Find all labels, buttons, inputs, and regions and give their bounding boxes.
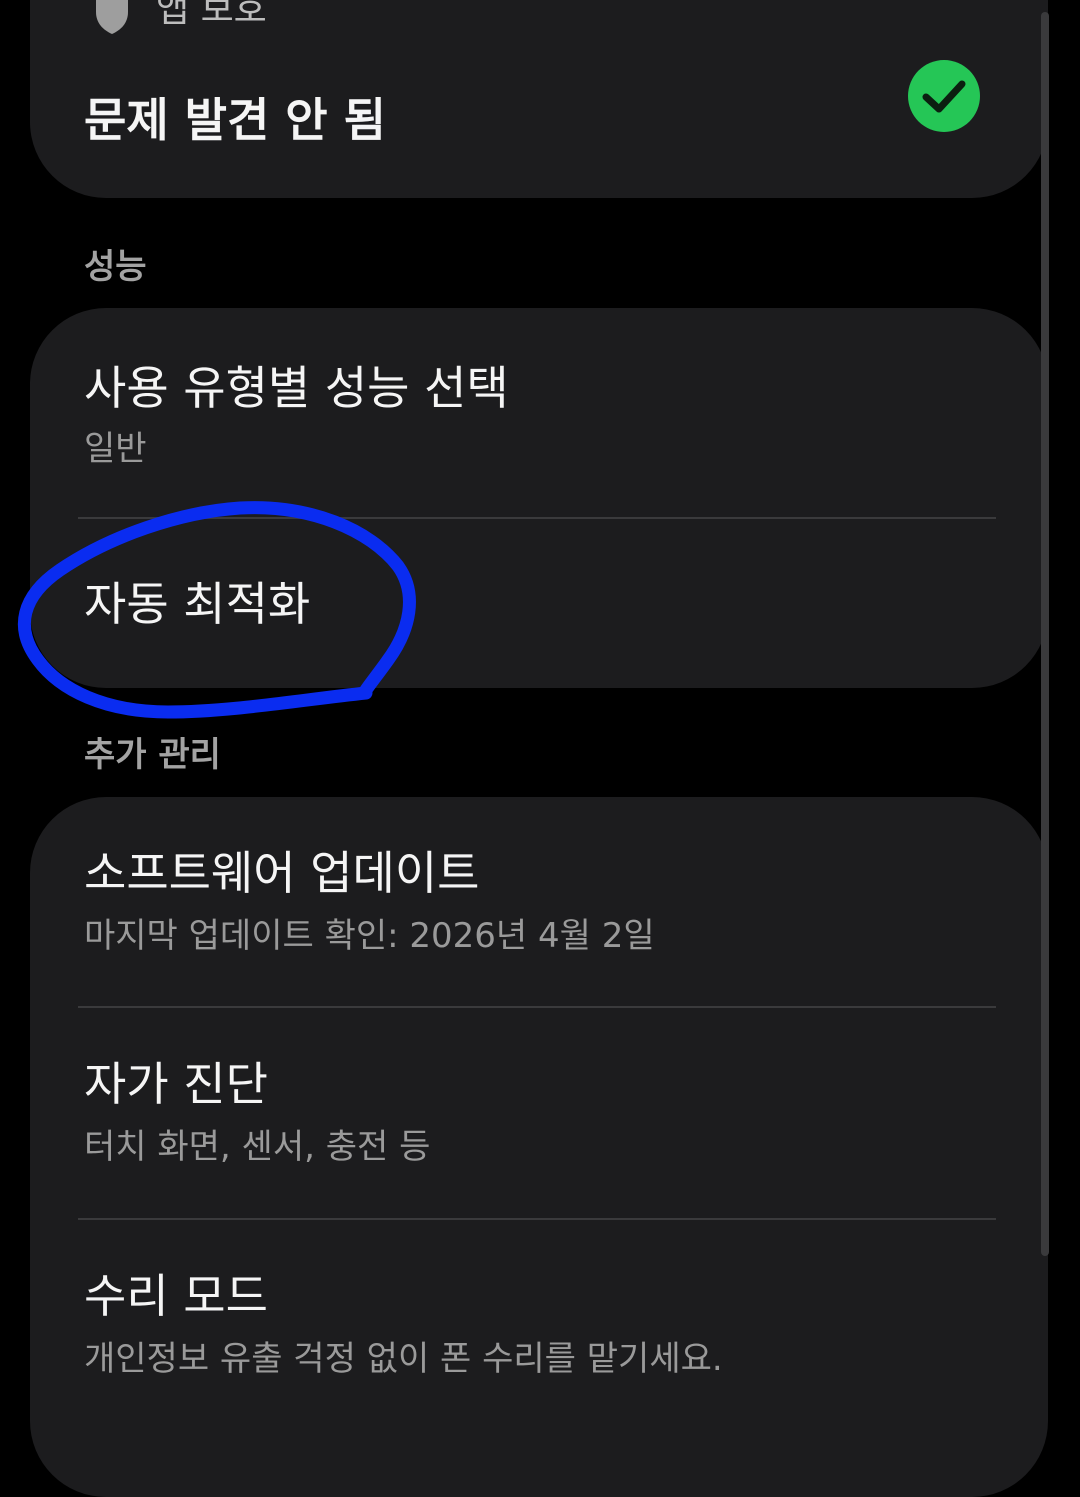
app-protection-label: 앱 보호 <box>156 0 267 30</box>
list-item-title: 사용 유형별 성능 선택 <box>84 361 509 415</box>
list-item-title: 수리 모드 <box>84 1269 268 1323</box>
check-circle-icon <box>908 60 980 132</box>
list-item-title: 자동 최적화 <box>84 577 311 631</box>
list-item-title: 소프트웨어 업데이트 <box>84 846 480 900</box>
additional-card: 소프트웨어 업데이트 마지막 업데이트 확인: 2026년 4월 2일 자가 진… <box>30 797 1048 1497</box>
list-item-subtitle: 일반 <box>84 429 147 469</box>
list-item-subtitle: 마지막 업데이트 확인: 2026년 4월 2일 <box>84 916 655 956</box>
list-item-subtitle: 터치 화면, 센서, 충전 등 <box>84 1127 431 1167</box>
list-item-title: 자가 진단 <box>84 1057 268 1111</box>
list-item-subtitle: 개인정보 유출 걱정 없이 폰 수리를 맡기세요. <box>84 1339 723 1379</box>
list-item-self-diagnosis[interactable]: 자가 진단 터치 화면, 센서, 충전 등 <box>30 1008 1048 1219</box>
app-protection-status: 문제 발견 안 됨 <box>84 93 386 147</box>
section-label-performance: 성능 <box>84 247 147 287</box>
list-item-auto-optimization[interactable]: 자동 최적화 <box>30 519 1048 688</box>
scrollbar[interactable] <box>1041 12 1049 1256</box>
shield-icon <box>96 0 128 34</box>
list-item-software-update[interactable]: 소프트웨어 업데이트 마지막 업데이트 확인: 2026년 4월 2일 <box>30 797 1048 1007</box>
list-item-repair-mode[interactable]: 수리 모드 개인정보 유출 걱정 없이 폰 수리를 맡기세요. <box>30 1220 1048 1440</box>
list-item-performance-mode[interactable]: 사용 유형별 성능 선택 일반 <box>30 308 1048 518</box>
section-label-additional: 추가 관리 <box>84 735 221 775</box>
performance-card: 사용 유형별 성능 선택 일반 자동 최적화 <box>30 308 1048 688</box>
